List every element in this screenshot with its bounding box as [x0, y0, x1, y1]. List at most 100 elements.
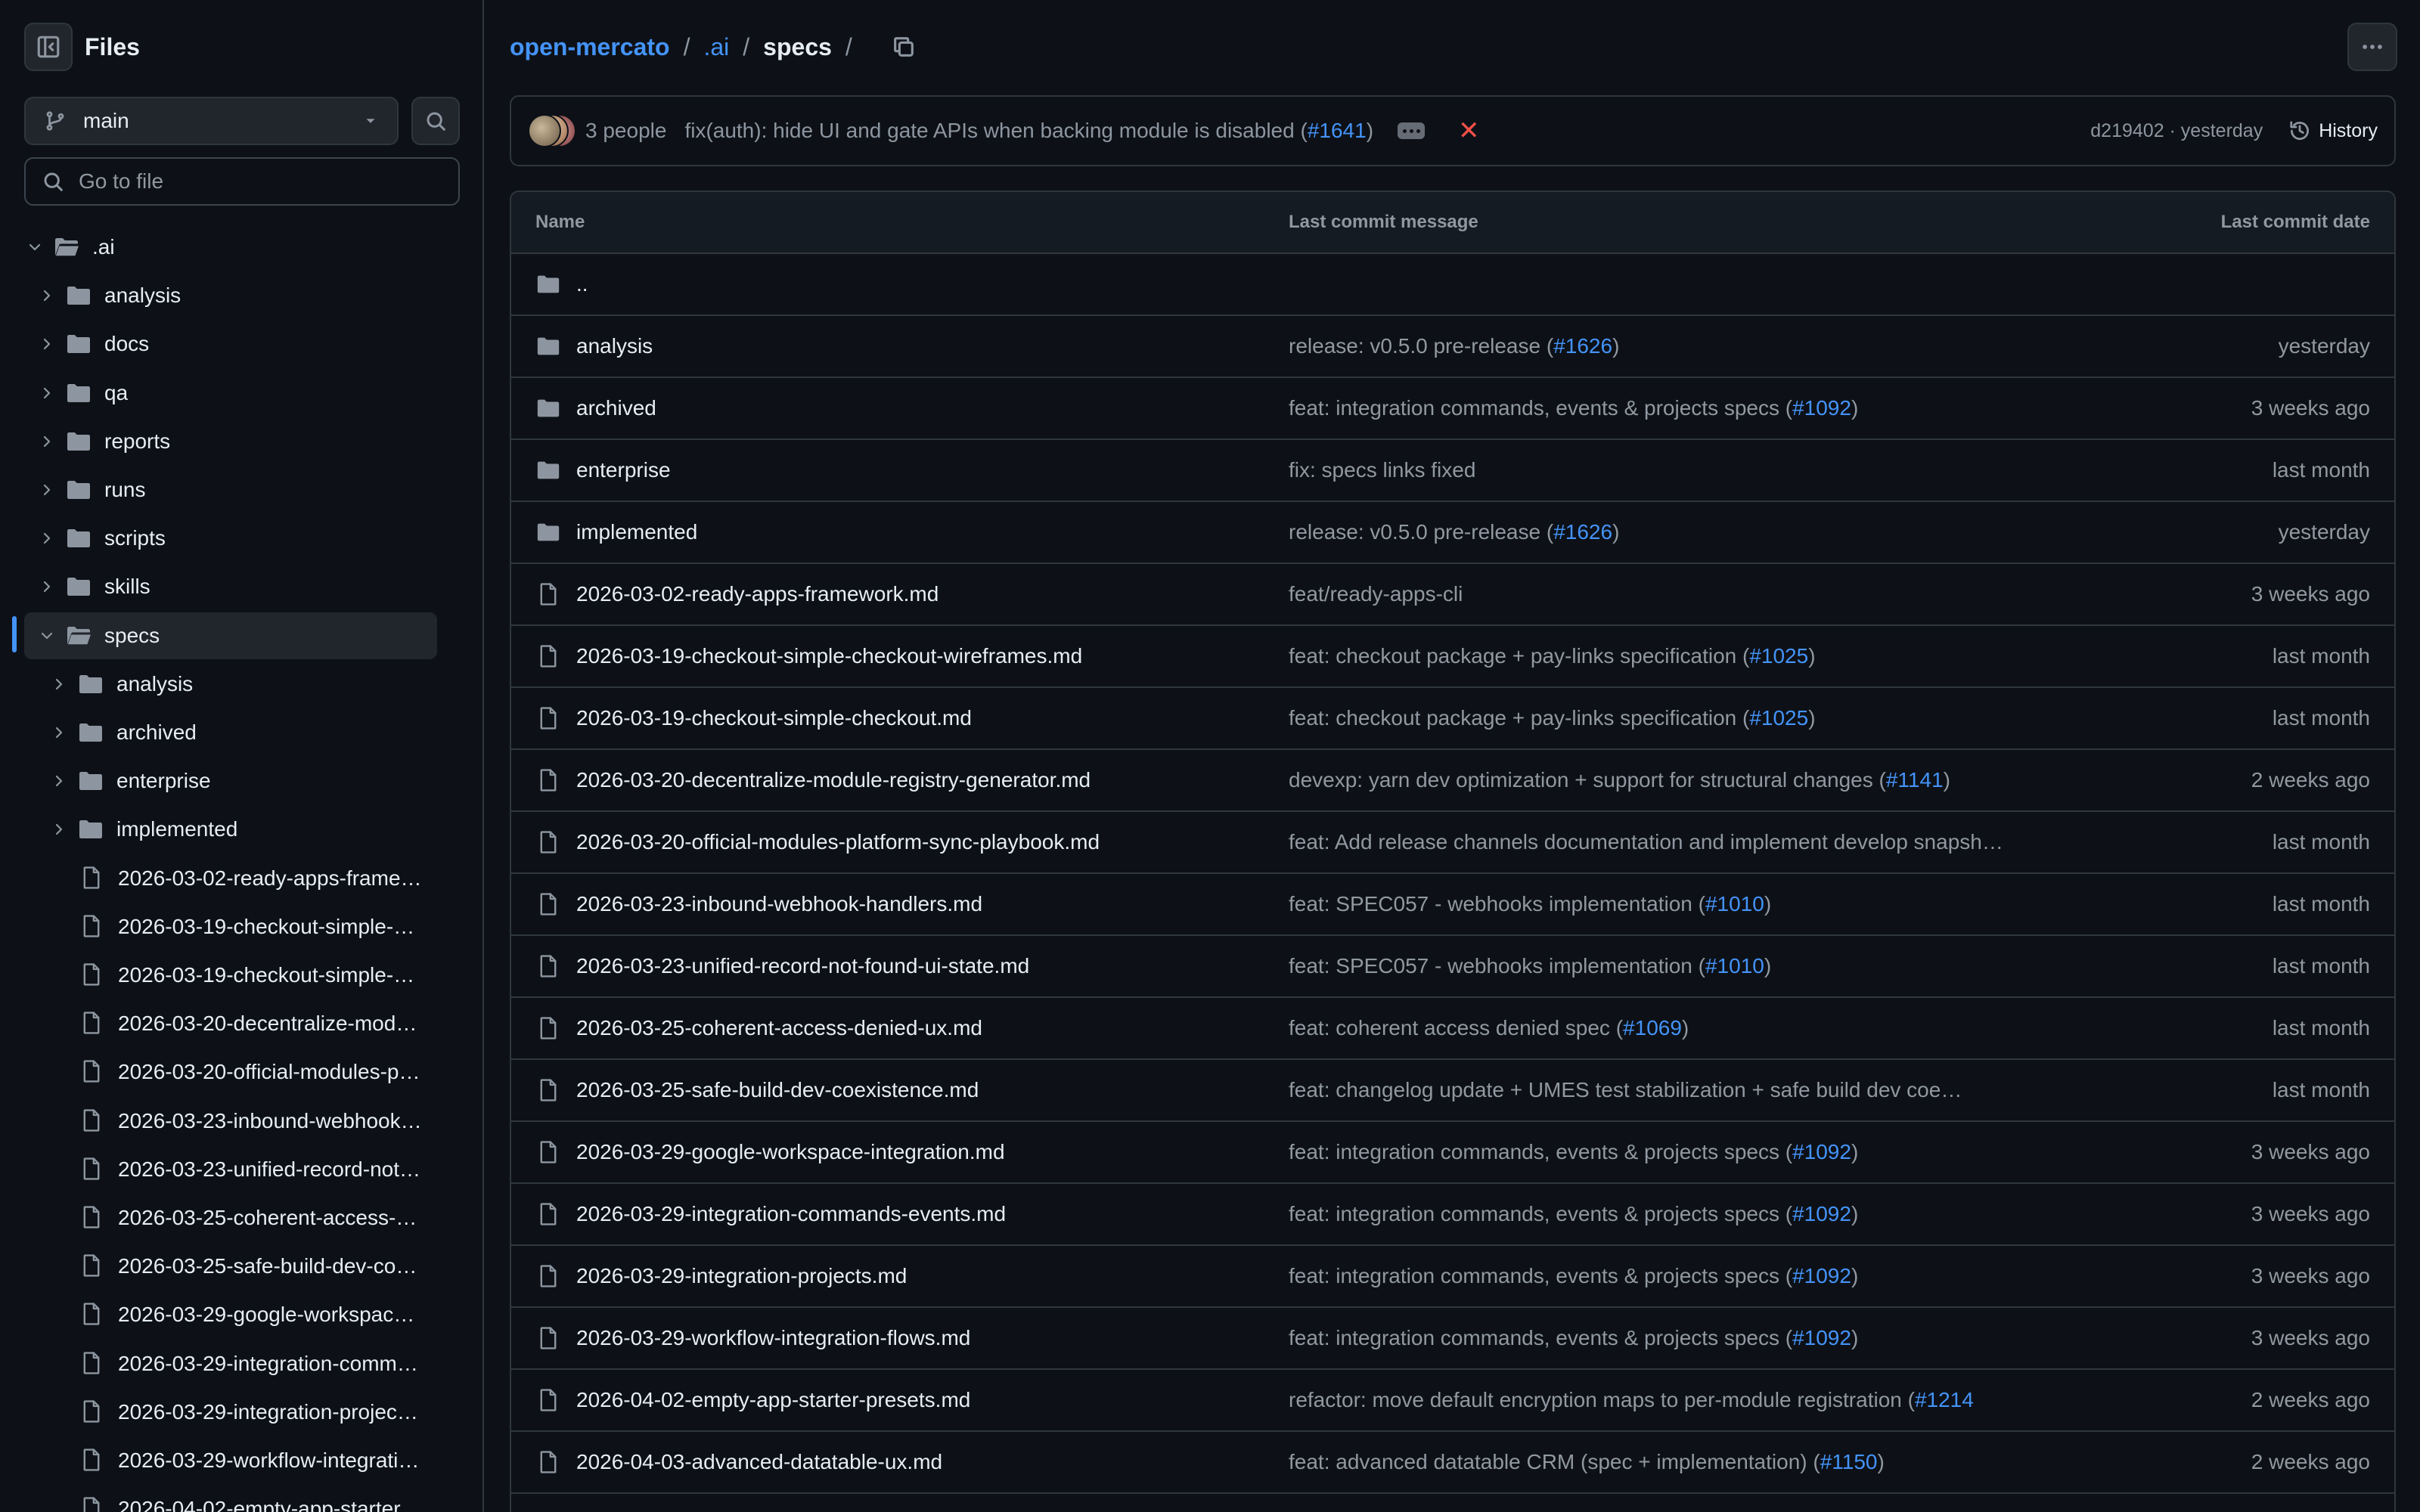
file-link[interactable]: 2026-03-19-checkout-simple-checkout-wire… — [535, 643, 1082, 669]
history-button[interactable]: History — [2288, 119, 2378, 142]
commit-message-link[interactable]: feat: integration commands, events & pro… — [1289, 1264, 1858, 1288]
expand-toggle[interactable] — [48, 770, 70, 792]
go-to-file-field[interactable] — [24, 157, 460, 206]
file-link[interactable]: 2026-03-02-ready-apps-framework.md — [535, 581, 939, 607]
pr-link[interactable]: #1092 — [1792, 396, 1851, 420]
tree-folder-item[interactable]: docs — [24, 321, 437, 367]
expand-toggle[interactable] — [24, 237, 45, 258]
tree-folder-item[interactable]: implemented — [24, 806, 437, 853]
file-link[interactable]: 2026-03-29-workflow-integration-flows.md — [535, 1325, 970, 1351]
table-row[interactable]: 2026-03-23-unified-record-not-found-ui-s… — [511, 936, 2394, 998]
table-row[interactable]: 2026-04-02-empty-app-starter-presets.md r… — [511, 1370, 2394, 1432]
tree-folder-item[interactable]: qa — [24, 370, 437, 417]
expand-toggle[interactable] — [48, 722, 70, 743]
pr-link[interactable]: #1214 — [1915, 1388, 1974, 1411]
file-link[interactable]: 2026-03-23-inbound-webhook-handlers.md — [535, 891, 982, 917]
pr-link[interactable]: #1010 — [1705, 954, 1764, 978]
breadcrumb-folder-link[interactable]: .ai — [703, 33, 729, 61]
commit-message-link[interactable]: feat: SPEC057 - webhooks implementation … — [1289, 954, 1771, 978]
commit-pr-link[interactable]: #1641 — [1308, 119, 1367, 142]
table-row[interactable]: 2026-03-20-decentralize-module-registry-… — [511, 750, 2394, 812]
file-link[interactable]: 2026-03-25-coherent-access-denied-ux.md — [535, 1015, 982, 1041]
pr-link[interactable]: #1069 — [1623, 1016, 1682, 1040]
commit-message-link[interactable]: feat: integration commands, events & pro… — [1289, 396, 1858, 420]
pr-link[interactable]: #1092 — [1792, 1326, 1851, 1349]
pr-link[interactable]: #1150 — [1820, 1450, 1878, 1473]
commit-message-link[interactable]: feat: changelog update + UMES test stabi… — [1289, 1078, 1962, 1102]
table-row[interactable]: 2026-03-25-coherent-access-denied-ux.md f… — [511, 998, 2394, 1060]
table-row[interactable]: 2026-03-29-integration-projects.md feat: … — [511, 1246, 2394, 1308]
expand-toggle[interactable] — [36, 285, 57, 306]
tree-file-item[interactable]: 2026-03-29-workflow-integrati… — [24, 1437, 437, 1484]
folder-link[interactable]: archived — [535, 395, 656, 421]
file-link[interactable]: 2026-03-29-integration-commands-events.m… — [535, 1201, 1006, 1227]
contributors-count[interactable]: 3 people — [585, 119, 666, 143]
pr-link[interactable]: #1626 — [1553, 520, 1612, 544]
go-to-file-input[interactable] — [79, 169, 442, 194]
table-row[interactable]: 2026-03-29-integration-commands-events.m… — [511, 1184, 2394, 1246]
commit-message-link[interactable]: feat: SPEC057 - webhooks implementation … — [1289, 892, 1771, 916]
contributor-avatars[interactable] — [528, 114, 576, 147]
tree-file-item[interactable]: 2026-03-25-coherent-access-… — [24, 1194, 437, 1241]
file-link[interactable]: 2026-03-20-official-modules-platform-syn… — [535, 829, 1100, 855]
tree-folder-item[interactable]: archived — [24, 709, 437, 756]
tree-folder-item[interactable]: scripts — [24, 515, 437, 562]
expand-toggle[interactable] — [36, 333, 57, 355]
tree-file-item[interactable]: 2026-03-29-integration-comm… — [24, 1340, 437, 1387]
pr-link[interactable]: #1092 — [1792, 1264, 1851, 1287]
tree-folder-item[interactable]: enterprise — [24, 758, 437, 804]
tree-folder-item[interactable]: runs — [24, 466, 437, 513]
latest-commit-message[interactable]: fix(auth): hide UI and gate APIs when ba… — [684, 119, 1373, 143]
table-row[interactable]: 2026-03-19-checkout-simple-checkout-wire… — [511, 626, 2394, 688]
branch-selector[interactable]: main — [24, 97, 399, 145]
pr-link[interactable]: #1092 — [1792, 1202, 1851, 1225]
expand-toggle[interactable] — [36, 431, 57, 452]
expand-toggle[interactable] — [48, 674, 70, 695]
tree-file-item[interactable]: 2026-03-29-integration-projec… — [24, 1389, 437, 1436]
commit-message-link[interactable]: feat: checkout package + pay-links speci… — [1289, 706, 1816, 730]
table-row[interactable]: 2026-03-25-safe-build-dev-coexistence.md… — [511, 1060, 2394, 1122]
tree-folder-item[interactable]: reports — [24, 418, 437, 465]
commit-message-link[interactable]: refactor: move default encryption maps t… — [1289, 1388, 1974, 1412]
pr-link[interactable]: #1025 — [1749, 706, 1808, 730]
parent-directory-link[interactable]: .. — [535, 271, 588, 297]
expand-toggle[interactable] — [36, 576, 57, 597]
pr-link[interactable]: #1092 — [1792, 1140, 1851, 1163]
commit-message-link[interactable]: devexp: yarn dev optimization + support … — [1289, 768, 1950, 792]
table-row[interactable]: 2026-03-29-google-workspace-integration.… — [511, 1122, 2394, 1184]
file-link[interactable]: 2026-03-19-checkout-simple-checkout.md — [535, 705, 972, 731]
commit-message-link[interactable]: feat: integration commands, events & pro… — [1289, 1202, 1858, 1226]
tree-folder-item[interactable]: analysis — [24, 661, 437, 708]
expand-commit-button[interactable] — [1398, 122, 1426, 139]
file-link[interactable]: 2026-03-25-safe-build-dev-coexistence.md — [535, 1077, 979, 1103]
collapse-sidebar-button[interactable] — [24, 23, 73, 71]
expand-toggle[interactable] — [36, 528, 57, 549]
breadcrumb-repo-link[interactable]: open-mercato — [510, 33, 670, 61]
commit-message-link[interactable]: release: v0.5.0 pre-release (#1626) — [1289, 520, 1619, 544]
table-row[interactable]: enterprise fix: specs links fixed last mon… — [511, 440, 2394, 502]
file-link[interactable]: 2026-03-23-unified-record-not-found-ui-s… — [535, 953, 1029, 979]
file-link[interactable]: 2026-03-20-decentralize-module-registry-… — [535, 767, 1091, 793]
expand-toggle[interactable] — [36, 625, 57, 646]
table-row[interactable]: 2026-03-23-inbound-webhook-handlers.md fe… — [511, 874, 2394, 936]
tree-file-item[interactable]: 2026-03-23-unified-record-not… — [24, 1146, 437, 1193]
commit-message-link[interactable]: feat: advanced datatable CRM (spec + imp… — [1289, 1450, 1885, 1474]
commit-message-link[interactable]: release: v0.5.0 pre-release (#1626) — [1289, 334, 1619, 358]
table-row[interactable]: implemented release: v0.5.0 pre-release (… — [511, 502, 2394, 564]
parent-directory-row[interactable]: .. — [511, 254, 2394, 316]
file-link[interactable]: 2026-03-29-integration-projects.md — [535, 1263, 907, 1289]
tree-file-item[interactable]: 2026-03-02-ready-apps-frame… — [24, 855, 437, 902]
commit-message-link[interactable]: feat: coherent access denied spec (#1069… — [1289, 1016, 1689, 1040]
pr-link[interactable]: #1141 — [1886, 768, 1944, 792]
table-row[interactable]: 2026-03-02-ready-apps-framework.md feat/r… — [511, 564, 2394, 626]
tree-file-item[interactable]: 2026-03-19-checkout-simple-… — [24, 903, 437, 950]
table-row[interactable]: 2026-03-19-checkout-simple-checkout.md fe… — [511, 688, 2394, 750]
commit-message-link[interactable]: feat: checkout package + pay-links speci… — [1289, 644, 1816, 668]
table-row[interactable]: 2026-03-20-official-modules-platform-syn… — [511, 812, 2394, 874]
copy-path-button[interactable] — [887, 30, 920, 64]
tree-folder-item[interactable]: .ai — [24, 224, 437, 271]
tree-file-item[interactable]: 2026-03-19-checkout-simple-… — [24, 952, 437, 999]
folder-link[interactable]: implemented — [535, 519, 697, 545]
commit-sha-time[interactable]: d219402 · yesterday — [2090, 120, 2263, 142]
tree-file-item[interactable]: 2026-03-23-inbound-webhook… — [24, 1098, 437, 1145]
